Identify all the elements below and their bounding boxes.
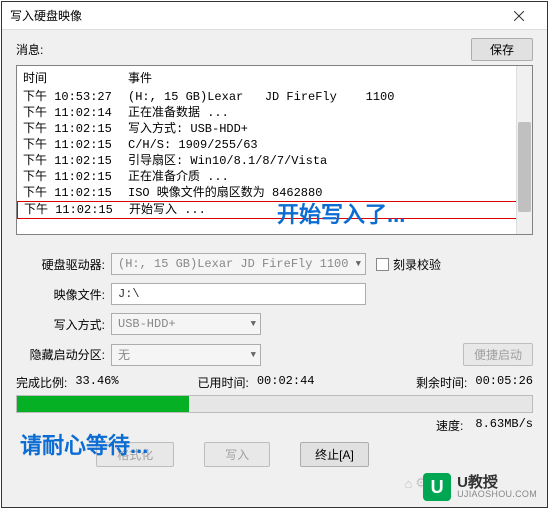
elapsed-label: 已用时间: — [198, 374, 249, 391]
image-value: J:\ — [118, 287, 140, 301]
titlebar: 写入硬盘映像 — [2, 2, 547, 30]
close-icon — [514, 11, 524, 21]
col-header-event: 事件 — [128, 69, 526, 86]
watermark-sub: UJIAOSHOU.COM — [457, 490, 537, 499]
watermark: U U教授 UJIAOSHOU.COM — [423, 473, 537, 501]
log-row[interactable]: 下午 11:02:14正在准备数据 ... — [17, 105, 532, 121]
hidden-partition-dropdown[interactable]: 无 ▼ — [111, 344, 261, 366]
log-event: 正在准备数据 ... — [128, 105, 526, 121]
image-file-field[interactable]: J:\ — [111, 283, 366, 305]
log-time: 下午 11:02:15 — [24, 202, 129, 218]
write-method-dropdown[interactable]: USB-HDD+ ▼ — [111, 313, 261, 335]
log-event: 引导扇区: Win10/8.1/8/7/Vista — [128, 153, 526, 169]
close-button[interactable] — [499, 2, 539, 30]
chevron-down-icon: ▼ — [251, 319, 256, 329]
annotation-please-wait: 请耐心等待... — [20, 428, 148, 460]
log-row[interactable]: 下午 11:02:15开始写入 ... — [17, 201, 532, 219]
log-row[interactable]: 下午 11:02:15C/H/S: 1909/255/63 — [17, 137, 532, 153]
log-rows: 下午 10:53:27(H:, 15 GB)Lexar JD FireFly 1… — [17, 89, 532, 219]
abort-button[interactable]: 终止[A] — [300, 442, 369, 467]
log-time: 下午 11:02:15 — [23, 121, 128, 137]
burn-verify-label: 刻录校验 — [393, 256, 441, 273]
log-event: 写入方式: USB-HDD+ — [128, 121, 526, 137]
log-time: 下午 11:02:15 — [23, 137, 128, 153]
scroll-track — [517, 82, 532, 218]
remain-label: 剩余时间: — [416, 374, 467, 391]
portable-boot-button: 便捷启动 — [463, 343, 533, 366]
message-label: 消息: — [16, 41, 471, 58]
dialog-window: 写入硬盘映像 消息: 保存 时间 事件 下午 10:53:27(H:, 15 G… — [1, 1, 548, 508]
burn-verify-checkbox[interactable]: 刻录校验 — [376, 256, 441, 273]
chevron-down-icon: ▼ — [356, 259, 361, 269]
method-value: USB-HDD+ — [118, 317, 176, 331]
log-box: 时间 事件 下午 10:53:27(H:, 15 GB)Lexar JD Fir… — [16, 65, 533, 235]
log-time: 下午 11:02:15 — [23, 185, 128, 201]
log-row[interactable]: 下午 11:02:15引导扇区: Win10/8.1/8/7/Vista — [17, 153, 532, 169]
log-row[interactable]: 下午 11:02:15写入方式: USB-HDD+ — [17, 121, 532, 137]
drive-dropdown[interactable]: (H:, 15 GB)Lexar JD FireFly 1100 ▼ — [111, 253, 366, 275]
save-button[interactable]: 保存 — [471, 38, 533, 61]
hidden-value: 无 — [118, 346, 130, 363]
stats-row: 完成比例: 33.46% 已用时间: 00:02:44 剩余时间: 00:05:… — [16, 374, 533, 391]
scroll-thumb[interactable] — [518, 122, 531, 212]
watermark-shield-icon: U — [423, 473, 451, 501]
scrollbar[interactable] — [516, 66, 532, 234]
log-time: 下午 11:02:15 — [23, 169, 128, 185]
log-event: (H:, 15 GB)Lexar JD FireFly 1100 — [128, 89, 526, 105]
speed-value: 8.63MB/s — [475, 417, 533, 434]
hidden-label: 隐藏启动分区: — [16, 346, 111, 363]
monitor-icon: ⌂ — [404, 476, 412, 491]
write-button: 写入 — [204, 442, 270, 467]
speed-label: 速度: — [436, 417, 463, 434]
message-row: 消息: 保存 — [16, 38, 533, 61]
log-row[interactable]: 下午 10:53:27(H:, 15 GB)Lexar JD FireFly 1… — [17, 89, 532, 105]
elapsed-value: 00:02:44 — [257, 374, 315, 391]
log-row[interactable]: 下午 11:02:15正在准备介质 ... — [17, 169, 532, 185]
remain-value: 00:05:26 — [475, 374, 533, 391]
pct-label: 完成比例: — [16, 374, 67, 391]
log-header: 时间 事件 — [17, 66, 532, 89]
content-area: 消息: 保存 时间 事件 下午 10:53:27(H:, 15 GB)Lexar… — [2, 30, 547, 475]
method-label: 写入方式: — [16, 316, 111, 333]
progress-bar — [16, 395, 533, 413]
log-event: C/H/S: 1909/255/63 — [128, 137, 526, 153]
col-header-time: 时间 — [23, 69, 128, 86]
log-time: 下午 10:53:27 — [23, 89, 128, 105]
log-event: 正在准备介质 ... — [128, 169, 526, 185]
form-area: 硬盘驱动器: (H:, 15 GB)Lexar JD FireFly 1100 … — [16, 253, 533, 366]
image-label: 映像文件: — [16, 286, 111, 303]
progress-fill — [17, 396, 189, 412]
window-title: 写入硬盘映像 — [10, 7, 499, 24]
log-row[interactable]: 下午 11:02:15ISO 映像文件的扇区数为 8462880 — [17, 185, 532, 201]
drive-label: 硬盘驱动器: — [16, 256, 111, 273]
drive-value: (H:, 15 GB)Lexar JD FireFly 1100 — [118, 257, 348, 271]
log-time: 下午 11:02:14 — [23, 105, 128, 121]
pct-value: 33.46% — [75, 374, 118, 391]
log-time: 下午 11:02:15 — [23, 153, 128, 169]
annotation-start-writing: 开始写入了... — [277, 197, 405, 229]
checkbox-icon — [376, 258, 389, 271]
watermark-main: U教授 — [457, 475, 537, 490]
chevron-down-icon: ▼ — [251, 350, 256, 360]
